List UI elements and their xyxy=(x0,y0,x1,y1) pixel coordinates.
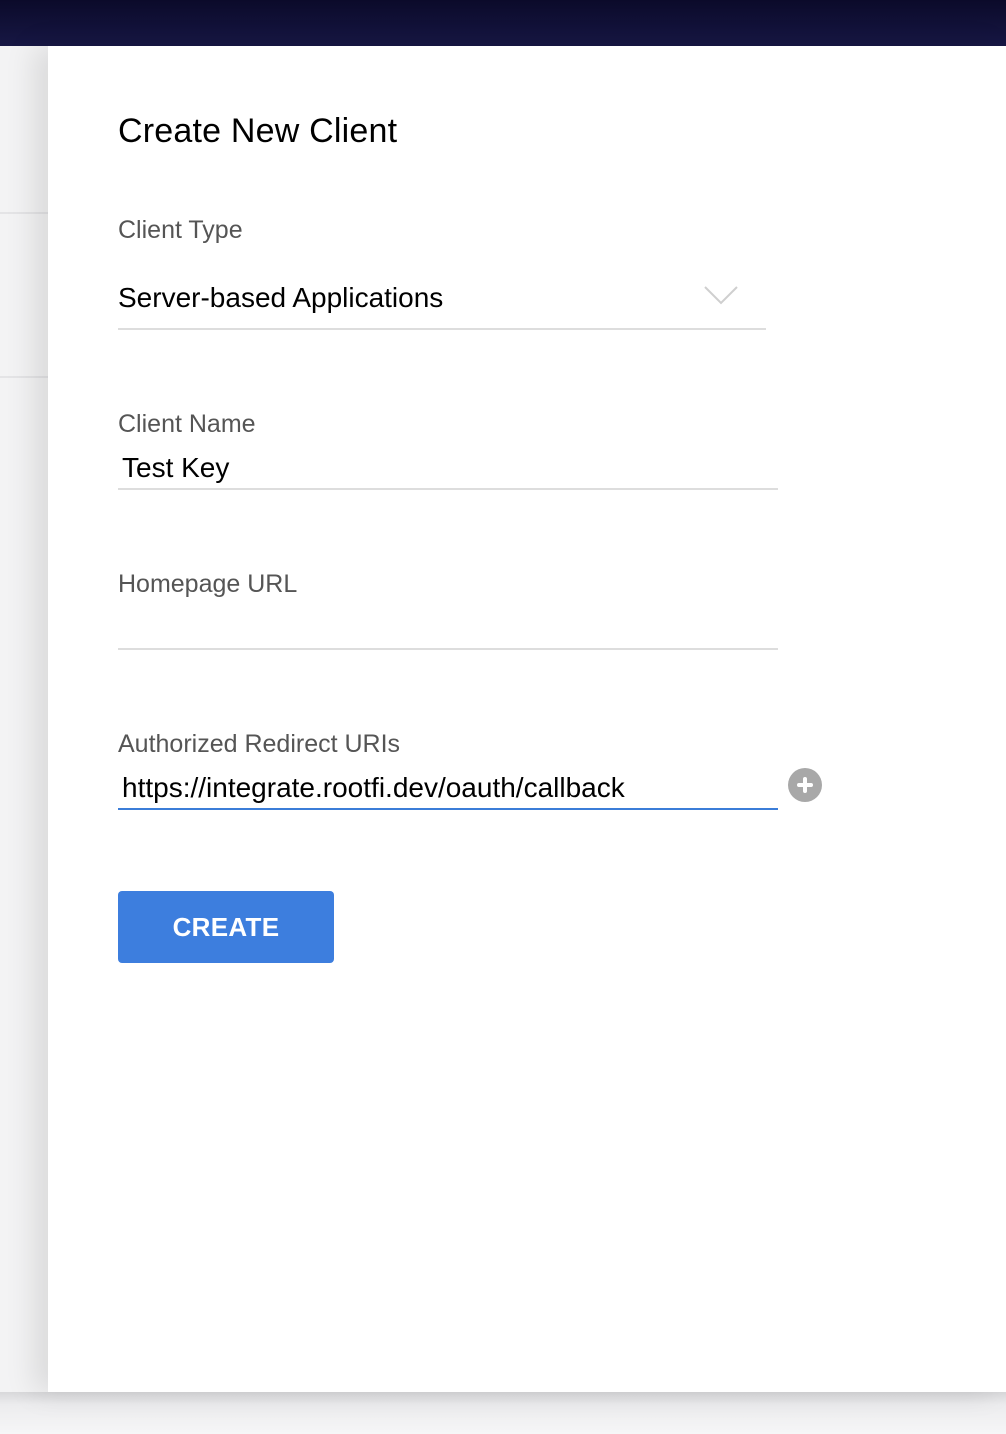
backdrop-bottom xyxy=(0,1392,1006,1434)
client-name-value: Test Key xyxy=(122,452,230,483)
client-type-select[interactable]: Server-based Applications xyxy=(118,272,766,330)
create-button[interactable]: CREATE xyxy=(118,891,334,963)
chevron-down-icon xyxy=(704,286,738,305)
add-uri-icon[interactable] xyxy=(788,768,822,802)
redirect-uris-label: Authorized Redirect URIs xyxy=(118,730,401,758)
top-navigation-bar xyxy=(0,0,1006,46)
redirect-uri-value: https://integrate.rootfi.dev/oauth/callb… xyxy=(122,772,625,803)
panel-title: Create New Client xyxy=(118,112,398,150)
redirect-uri-input[interactable]: https://integrate.rootfi.dev/oauth/callb… xyxy=(118,768,778,810)
client-name-input[interactable]: Test Key xyxy=(118,448,778,490)
client-type-label: Client Type xyxy=(118,216,243,244)
backdrop-divider xyxy=(0,376,48,378)
client-type-selected-value: Server-based Applications xyxy=(118,282,444,313)
homepage-url-label: Homepage URL xyxy=(118,570,298,598)
homepage-url-input[interactable] xyxy=(118,608,778,650)
create-client-panel: Create New Client Client Type Server-bas… xyxy=(48,46,1006,1392)
client-name-label: Client Name xyxy=(118,410,256,438)
backdrop-divider xyxy=(0,212,48,214)
